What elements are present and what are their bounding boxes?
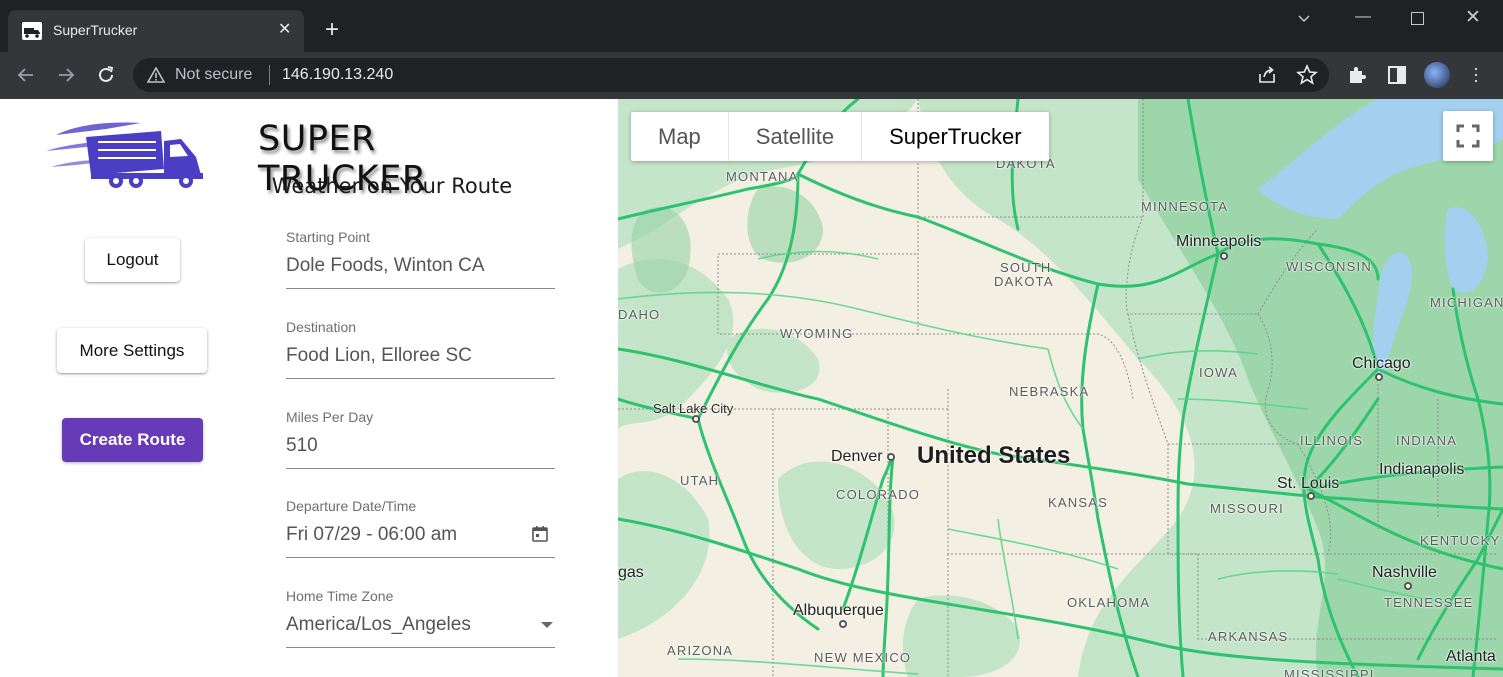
profile-avatar[interactable] (1424, 62, 1450, 88)
brand-subtitle: Weather on Your Route (271, 174, 513, 198)
city-marker-salt-lake-city (692, 415, 700, 423)
state-label-minnesota: MINNESOTA (1141, 199, 1229, 214)
departure-label: Departure Date/Time (286, 498, 417, 514)
side-panel-icon[interactable] (1387, 65, 1407, 85)
logout-button[interactable]: Logout (85, 238, 180, 282)
create-route-button[interactable]: Create Route (62, 418, 203, 462)
map-type-map-button[interactable]: Map (631, 112, 729, 161)
state-label-illinois: ILLINOIS (1300, 433, 1364, 448)
city-marker-chicago (1375, 373, 1383, 381)
city-label-denver: Denver (831, 448, 883, 465)
city-marker-st-louis (1307, 492, 1315, 500)
city-label-salt-lake-city: Salt Lake City (653, 401, 734, 416)
home-time-zone-field[interactable]: Home Time Zone America/Los_Angeles (286, 588, 555, 648)
state-label-oklahoma: OKLAHOMA (1067, 595, 1151, 610)
tab-title: SuperTrucker (53, 22, 138, 38)
destination-field[interactable]: Destination Food Lion, Elloree SC (286, 319, 555, 379)
city-label-atlanta: Atlanta (1446, 648, 1496, 665)
miles-per-day-input[interactable]: 510 (286, 435, 318, 457)
back-arrow-icon[interactable] (15, 64, 37, 86)
state-label-wyoming: WYOMING (780, 326, 854, 341)
tab-search-chevron-icon[interactable] (1296, 11, 1312, 27)
country-label: United States (917, 442, 1071, 469)
city-marker-minneapolis (1220, 252, 1228, 260)
state-label-nebraska: NEBRASKA (1009, 384, 1090, 399)
miles-per-day-label: Miles Per Day (286, 409, 374, 425)
city-label-indianapolis: Indianapolis (1379, 461, 1465, 478)
truck-logo-icon (46, 122, 203, 188)
state-label-tennessee: TENNESSEE (1384, 595, 1474, 610)
browser-tab[interactable]: SuperTrucker ✕ (8, 10, 304, 52)
destination-input[interactable]: Food Lion, Elloree SC (286, 345, 472, 367)
not-secure-label[interactable]: Not secure (175, 66, 252, 84)
address-bar[interactable]: Not secure 146.190.13.240 (133, 58, 1329, 92)
home-time-zone-select[interactable]: America/Los_Angeles (286, 614, 471, 636)
state-label-arizona: ARIZONA (667, 643, 734, 658)
state-label-mississippi: MISSISSIPPI (1284, 667, 1375, 677)
reload-icon[interactable] (95, 64, 117, 86)
city-label-st-louis: St. Louis (1277, 475, 1340, 492)
dropdown-arrow-icon[interactable] (541, 622, 553, 628)
state-label-arkansas: ARKANSAS (1208, 629, 1289, 644)
city-marker-denver (887, 453, 895, 461)
warning-triangle-icon[interactable] (147, 67, 165, 83)
url-text[interactable]: 146.190.13.240 (282, 66, 393, 84)
map-type-supertrucker-button[interactable]: SuperTrucker (862, 112, 1048, 161)
browser-tab-strip: SuperTrucker ✕ + — ✕ (0, 0, 1503, 52)
state-label-michigan: MICHIGAN (1430, 295, 1503, 310)
tab-close-icon[interactable]: ✕ (278, 21, 291, 39)
browser-toolbar: Not secure 146.190.13.240 · · · (0, 52, 1503, 99)
city-label-las-vegas: gas (618, 564, 644, 581)
home-time-zone-label: Home Time Zone (286, 588, 394, 604)
address-separator (269, 65, 270, 85)
city-label-minneapolis: Minneapolis (1176, 233, 1262, 250)
fullscreen-icon (1456, 124, 1480, 148)
window-minimize-icon[interactable]: — (1355, 8, 1371, 26)
state-label-new-mexico: NEW MEXICO (814, 650, 912, 665)
state-label-wisconsin: WISCONSIN (1286, 259, 1372, 274)
calendar-icon[interactable] (531, 525, 549, 543)
forward-arrow-icon[interactable] (55, 64, 77, 86)
state-label-south-dakota-line1: SOUTH (1000, 260, 1052, 275)
city-marker-albuquerque (839, 620, 847, 628)
city-marker-nashville (1404, 582, 1412, 590)
departure-field[interactable]: Departure Date/Time Fri 07/29 - 06:00 am (286, 498, 555, 558)
city-label-albuquerque: Albuquerque (793, 602, 884, 619)
starting-point-input[interactable]: Dole Foods, Winton CA (286, 255, 485, 277)
city-label-nashville: Nashville (1372, 564, 1437, 581)
route-form-panel: SUPER TRUCKER Weather on Your Route Logo… (0, 99, 618, 677)
state-label-south-dakota-line2: DAKOTA (994, 274, 1054, 289)
state-label-kansas: KANSAS (1048, 495, 1108, 510)
starting-point-label: Starting Point (286, 229, 371, 245)
map-type-satellite-button[interactable]: Satellite (729, 112, 863, 161)
truck-favicon-icon (22, 22, 42, 40)
more-settings-button[interactable]: More Settings (57, 328, 207, 373)
state-label-kentucky: KENTUCKY (1420, 533, 1501, 548)
state-label-colorado: COLORADO (836, 487, 921, 502)
destination-label: Destination (286, 319, 357, 335)
extensions-puzzle-icon[interactable] (1346, 64, 1368, 86)
fullscreen-button[interactable] (1443, 111, 1493, 161)
new-tab-button[interactable]: + (325, 18, 339, 42)
window-maximize-icon[interactable] (1411, 12, 1424, 25)
bookmark-star-icon[interactable] (1296, 64, 1318, 86)
state-label-utah: UTAH (680, 473, 720, 488)
state-label-indiana: INDIANA (1396, 433, 1458, 448)
state-label-idaho: DAHO (618, 307, 661, 322)
window-close-icon[interactable]: ✕ (1465, 6, 1481, 29)
state-label-missouri: MISSOURI (1210, 501, 1284, 516)
miles-per-day-field[interactable]: Miles Per Day 510 (286, 409, 555, 469)
city-label-chicago: Chicago (1352, 355, 1411, 372)
departure-input[interactable]: Fri 07/29 - 06:00 am (286, 524, 457, 546)
map-type-control: Map Satellite SuperTrucker (631, 112, 1049, 161)
state-label-montana: MONTANA (726, 169, 799, 184)
share-icon[interactable] (1257, 65, 1277, 85)
starting-point-field[interactable]: Starting Point Dole Foods, Winton CA (286, 229, 555, 289)
browser-menu-icon[interactable]: · · · (1470, 59, 1482, 89)
state-label-iowa: IOWA (1199, 365, 1238, 380)
route-map[interactable]: DAKOTA MONTANA MINNESOTA SOUTH DAKOTA WI… (618, 99, 1503, 677)
